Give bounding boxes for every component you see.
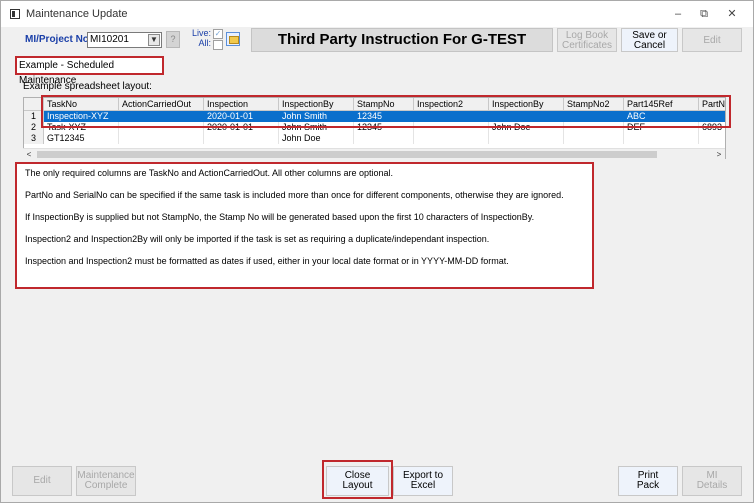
toolbar: MI/Project No: MI10201 ▼ ? Live: All: ✓ … (1, 27, 753, 53)
note-line: PartNo and SerialNo can be specified if … (25, 190, 564, 200)
table-cell[interactable] (354, 133, 414, 144)
table-cell[interactable] (699, 133, 725, 144)
table-cell[interactable]: John Doe (279, 133, 354, 144)
folder-icon[interactable] (226, 32, 240, 46)
note-line: The only required columns are TaskNo and… (25, 168, 394, 178)
live-label: Live: (191, 28, 211, 38)
notes-panel: The only required columns are TaskNo and… (15, 162, 594, 289)
maintenance-complete-button[interactable]: Maintenance Complete (76, 466, 136, 496)
note-line: If InspectionBy is supplied but not Stam… (25, 212, 535, 222)
edit-button[interactable]: Edit (12, 466, 72, 496)
page-title: Third Party Instruction For G-TEST (251, 28, 553, 52)
table-row[interactable]: 3 GT12345 John Doe (24, 133, 725, 144)
log-book-certificates-button[interactable]: Log Book Certificates (557, 28, 617, 52)
export-to-excel-button[interactable]: Export to Excel (393, 466, 453, 496)
cancel-label: Cancel (633, 40, 666, 51)
window-title: Maintenance Update (26, 8, 128, 20)
print-pack-button[interactable]: Print Pack (618, 466, 678, 496)
table-cell[interactable] (489, 133, 564, 144)
project-combo[interactable]: MI10201 ▼ (87, 32, 162, 48)
app-icon (10, 9, 20, 19)
minimize-button[interactable]: – (666, 5, 690, 23)
example-label: Example - Scheduled Maintenance (15, 56, 164, 86)
excel-label: Excel (410, 480, 436, 491)
all-checkbox[interactable] (213, 40, 223, 50)
close-window-button[interactable]: ✕ (720, 5, 744, 23)
table-cell[interactable] (564, 133, 624, 144)
pack-label: Pack (636, 480, 660, 491)
table-cell[interactable] (119, 133, 204, 144)
note-line: Inspection and Inspection2 must be forma… (25, 256, 509, 266)
row-number: 3 (24, 133, 44, 144)
scroll-left-icon[interactable]: < (23, 149, 35, 160)
all-label: All: (198, 38, 211, 48)
header-highlight-box (41, 95, 731, 128)
project-value: MI10201 (90, 34, 129, 45)
edit-top-button[interactable]: Edit (682, 28, 742, 52)
details-label: Details (696, 480, 728, 491)
live-checkbox[interactable]: ✓ (213, 29, 223, 39)
table-cell[interactable] (414, 133, 489, 144)
live-all-labels: Live: All: (189, 28, 211, 48)
mi-details-button[interactable]: MI Details (682, 466, 742, 496)
certificates-label: Certificates (561, 40, 612, 51)
scroll-right-icon[interactable]: > (713, 149, 725, 160)
layout-label: Example spreadsheet layout: (23, 81, 152, 92)
note-line: Inspection2 and Inspection2By will only … (25, 234, 490, 244)
table-cell[interactable] (204, 133, 279, 144)
horizontal-scrollbar[interactable]: < > (23, 148, 725, 159)
chevron-down-icon[interactable]: ▼ (148, 34, 160, 46)
close-layout-highlight-box (322, 460, 393, 499)
table-cell[interactable] (624, 133, 699, 144)
restore-button[interactable]: ⧉ (692, 5, 716, 23)
project-label: MI/Project No: (25, 34, 93, 45)
scroll-thumb[interactable] (37, 151, 657, 158)
maintenance-update-window: Maintenance Update – ⧉ ✕ MI/Project No: … (0, 0, 754, 503)
title-bar: Maintenance Update – ⧉ ✕ (1, 1, 753, 27)
save-cancel-button[interactable]: Save or Cancel (621, 28, 678, 52)
help-button[interactable]: ? (166, 31, 180, 48)
complete-label: Complete (84, 480, 128, 491)
table-cell[interactable]: GT12345 (44, 133, 119, 144)
